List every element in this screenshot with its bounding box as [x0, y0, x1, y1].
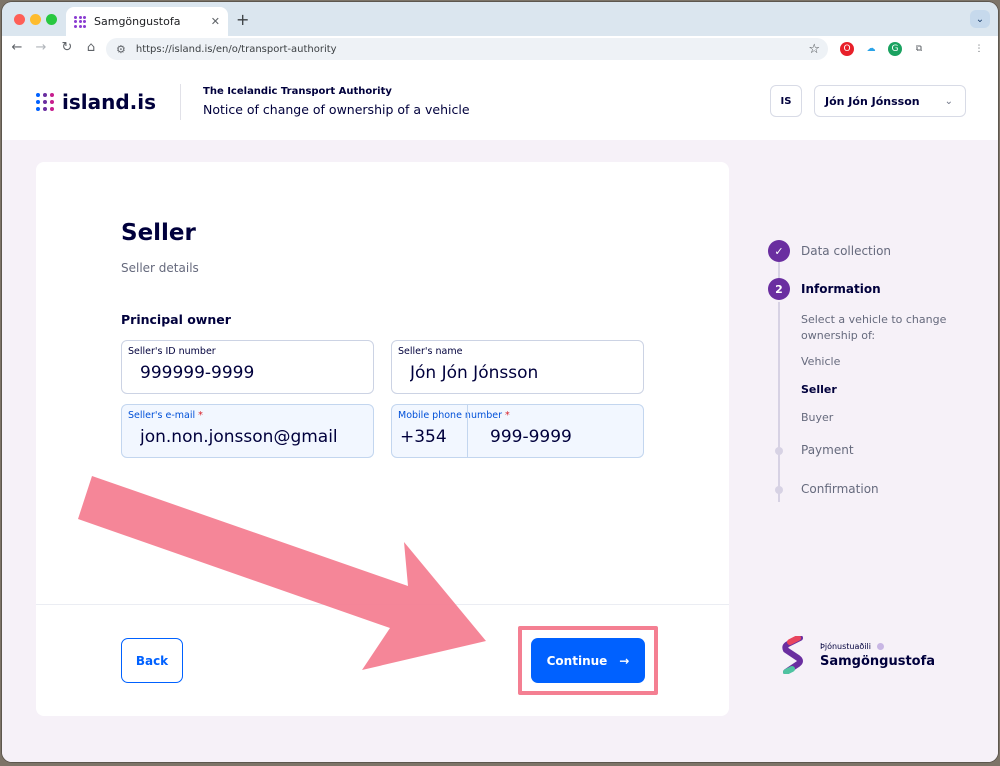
island-logo[interactable]: island.is	[36, 90, 156, 114]
browser-toolbar: ← → ↻ ⌂ ⚙ https://island.is/en/o/transpo…	[2, 36, 998, 62]
arrow-right-icon: →	[619, 653, 630, 668]
phone-divider	[467, 405, 468, 457]
reload-icon[interactable]: ↻	[58, 40, 76, 55]
step-information: Information	[801, 282, 881, 296]
step-payment: Payment	[801, 443, 854, 457]
application-title: Notice of change of ownership of a vehic…	[203, 102, 470, 117]
phone-input[interactable]: 999-9999	[490, 427, 572, 447]
tab-search-button[interactable]: ⌄	[970, 10, 990, 28]
field-label: Mobile phone number *	[398, 410, 510, 421]
step-pending-dot	[775, 486, 783, 494]
grammarly-extension-icon[interactable]: G	[888, 42, 902, 56]
user-menu-button[interactable]: Jón Jón Jónsson ⌄	[814, 85, 966, 117]
extensions-puzzle-icon[interactable]: ⧉	[912, 42, 926, 56]
step-data-collection: Data collection	[801, 244, 892, 258]
back-button[interactable]: Back	[121, 638, 183, 683]
close-window-button[interactable]	[14, 14, 25, 25]
new-tab-button[interactable]: +	[236, 10, 249, 29]
provider-name: Samgöngustofa	[820, 653, 936, 669]
step-connector	[778, 302, 780, 502]
continue-button[interactable]: Continue →	[531, 638, 645, 683]
form-card: Seller Seller details Principal owner Se…	[36, 162, 729, 716]
maximize-window-button[interactable]	[46, 14, 57, 25]
step-pending-dot	[775, 447, 783, 455]
substep-select-vehicle: Select a vehicle to change	[801, 313, 947, 326]
provider-caption: Þjónustuaðili	[820, 642, 935, 651]
tab-close-icon[interactable]: ✕	[211, 15, 220, 28]
home-icon[interactable]: ⌂	[82, 40, 100, 55]
minimize-window-button[interactable]	[30, 14, 41, 25]
address-bar[interactable]: ⚙ https://island.is/en/o/transport-autho…	[106, 38, 828, 60]
url-text: https://island.is/en/o/transport-authori…	[135, 43, 337, 55]
section-subtitle: Seller details	[121, 261, 199, 275]
service-provider: Þjónustuaðili Samgöngustofa	[782, 636, 935, 674]
substep-vehicle: Vehicle	[801, 355, 841, 368]
page-content: island.is The Icelandic Transport Author…	[2, 62, 998, 762]
field-value: Jón Jón Jónsson	[410, 363, 539, 383]
step-done-check-icon: ✓	[768, 240, 790, 262]
footer-divider	[36, 604, 729, 605]
seller-id-field: Seller's ID number 999999-9999	[121, 340, 374, 394]
island-favicon-icon	[74, 15, 86, 28]
language-toggle-button[interactable]: IS	[770, 85, 802, 117]
logo-text: island.is	[62, 90, 157, 114]
substep-select-vehicle-cont: ownership of:	[801, 329, 876, 342]
opera-extension-icon[interactable]: O	[840, 42, 854, 56]
mobile-phone-field[interactable]: Mobile phone number * +354 999-9999	[391, 404, 644, 458]
cloud-extension-icon[interactable]: ☁	[864, 42, 878, 56]
section-title: Seller	[121, 220, 196, 246]
step-confirmation: Confirmation	[801, 482, 879, 496]
field-label: Seller's ID number	[128, 346, 216, 357]
chevron-down-icon: ⌄	[944, 95, 953, 107]
principal-owner-heading: Principal owner	[121, 312, 231, 327]
user-name: Jón Jón Jónsson	[825, 94, 920, 108]
site-settings-icon[interactable]: ⚙	[116, 43, 126, 56]
forward-arrow-icon[interactable]: →	[32, 40, 50, 55]
country-code-select[interactable]: +354	[400, 427, 447, 447]
seller-name-field: Seller's name Jón Jón Jónsson	[391, 340, 644, 394]
email-input[interactable]: jon.non.jonsson@gmail	[140, 427, 338, 447]
back-arrow-icon[interactable]: ←	[8, 40, 26, 55]
field-label: Seller's name	[398, 346, 463, 357]
site-header: island.is The Icelandic Transport Author…	[2, 62, 998, 140]
bookmark-star-icon[interactable]: ☆	[808, 42, 820, 57]
tab-title: Samgöngustofa	[94, 15, 181, 28]
seller-email-field[interactable]: Seller's e-mail * jon.non.jonsson@gmail	[121, 404, 374, 458]
browser-tab[interactable]: Samgöngustofa ✕	[66, 7, 228, 36]
info-icon[interactable]	[876, 642, 884, 650]
samgongustofa-logo-icon	[782, 636, 803, 674]
substep-buyer: Buyer	[801, 411, 834, 424]
tab-strip: Samgöngustofa ✕ + ⌄	[2, 2, 998, 36]
logo-dots-icon	[36, 93, 54, 111]
browser-menu-icon[interactable]: ⋮	[972, 42, 986, 56]
continue-label: Continue	[546, 653, 608, 668]
header-divider	[180, 84, 181, 120]
step-number-badge: 2	[768, 278, 790, 300]
field-value: 999999-9999	[140, 363, 255, 383]
field-label: Seller's e-mail *	[128, 410, 203, 421]
browser-window: Samgöngustofa ✕ + ⌄ ← → ↻ ⌂ ⚙ https://is…	[2, 2, 998, 762]
substep-seller: Seller	[801, 383, 837, 396]
organization-name: The Icelandic Transport Authority	[203, 86, 392, 97]
